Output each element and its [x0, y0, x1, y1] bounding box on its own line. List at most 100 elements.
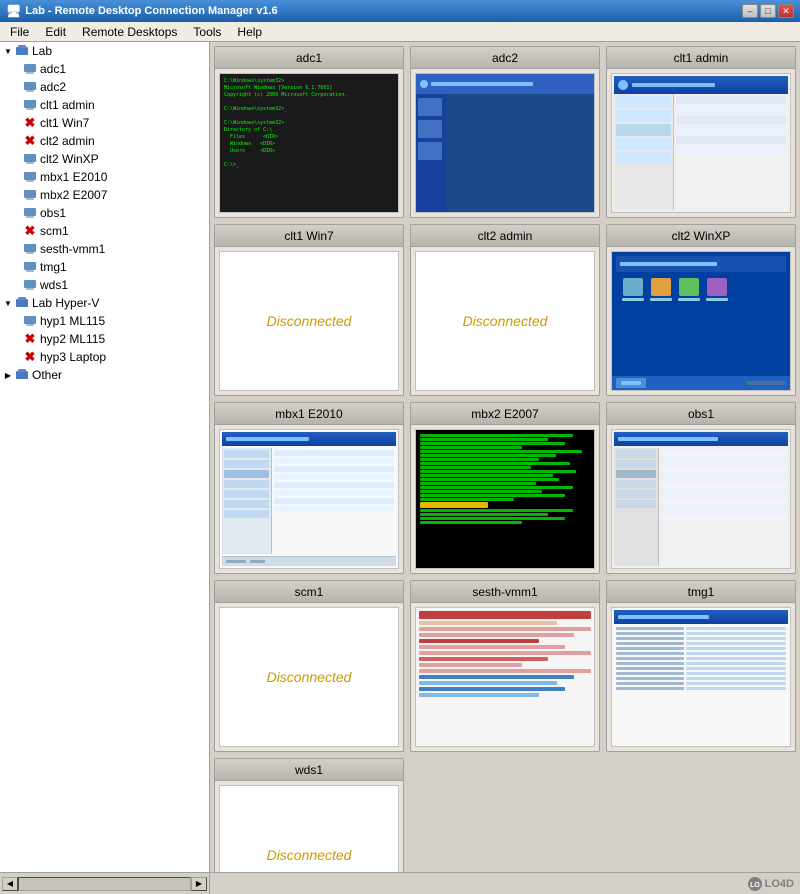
sidebar-item-clt1admin[interactable]: clt1 admin [0, 96, 209, 114]
thumbnail-sesth-vmm1[interactable]: sesth-vmm1 [410, 580, 600, 752]
sidebar-item-lab[interactable]: ▼ Lab [0, 42, 209, 60]
sidebar-item-tmg1[interactable]: tmg1 [0, 258, 209, 276]
thumbnail-body-mbx2e2007[interactable] [415, 429, 595, 569]
error-icon-hyp2: ✖ [22, 331, 38, 347]
error-icon-clt1win7: ✖ [22, 115, 38, 131]
disconnected-label-wds1: Disconnected [267, 847, 352, 863]
thumbnail-header-clt2winxp: clt2 WinXP [607, 225, 795, 247]
window-title: Lab - Remote Desktop Connection Manager … [25, 5, 277, 17]
thumbnail-scm1[interactable]: scm1 Disconnected [214, 580, 404, 752]
thumbnail-header-adc2: adc2 [411, 47, 599, 69]
group-icon-other [14, 367, 30, 383]
server-icon-sesth-vmm1 [22, 241, 38, 257]
sidebar-item-scm1[interactable]: ✖ scm1 [0, 222, 209, 240]
thumbnail-body-wds1[interactable]: Disconnected [219, 785, 399, 872]
sidebar-item-sesth-vmm1[interactable]: sesth-vmm1 [0, 240, 209, 258]
sidebar-item-mbx2e2007[interactable]: mbx2 E2007 [0, 186, 209, 204]
error-icon-hyp3: ✖ [22, 349, 38, 365]
thumbnail-header-obs1: obs1 [607, 403, 795, 425]
server-icon-clt2winxp [22, 151, 38, 167]
bottom-scrollbar: ◀ ▶ [0, 872, 800, 894]
expand-hyperv[interactable]: ▼ [2, 297, 14, 309]
thumbnail-header-wds1: wds1 [215, 759, 403, 781]
sidebar-item-other[interactable]: ▶ Other [0, 366, 209, 384]
error-icon-clt2admin: ✖ [22, 133, 38, 149]
sidebar-item-clt1win7[interactable]: ✖ clt1 Win7 [0, 114, 209, 132]
thumbnail-obs1[interactable]: obs1 [606, 402, 796, 574]
thumbnail-body-adc1[interactable]: C:\Windows\system32>Microsoft Windows [V… [219, 73, 399, 213]
server-icon-wds1 [22, 277, 38, 293]
thumbnail-adc2[interactable]: adc2 [410, 46, 600, 218]
sidebar-item-adc2[interactable]: adc2 [0, 78, 209, 96]
menu-help[interactable]: Help [231, 24, 268, 40]
sidebar-item-hyp1[interactable]: hyp1 ML115 [0, 312, 209, 330]
thumbnail-mbx1e2010[interactable]: mbx1 E2010 [214, 402, 404, 574]
group-icon-hyperv [14, 295, 30, 311]
menu-bar: File Edit Remote Desktops Tools Help [0, 22, 800, 42]
thumbnail-grid: adc1 C:\Windows\system32>Microsoft Windo… [214, 46, 796, 872]
thumbnail-body-tmg1[interactable] [611, 607, 791, 747]
thumbnail-header-sesth-vmm1: sesth-vmm1 [411, 581, 599, 603]
thumbnail-body-adc2[interactable] [415, 73, 595, 213]
thumbnail-header-mbx2e2007: mbx2 E2007 [411, 403, 599, 425]
sidebar-item-lab-hyperv[interactable]: ▼ Lab Hyper-V [0, 294, 209, 312]
thumbnail-header-tmg1: tmg1 [607, 581, 795, 603]
title-bar: 🖥 Lab - Remote Desktop Connection Manage… [0, 0, 800, 22]
sidebar-tree: ▼ Lab adc1 adc2 [0, 42, 210, 872]
disconnected-label-clt2admin: Disconnected [463, 313, 548, 329]
sidebar-item-wds1[interactable]: wds1 [0, 276, 209, 294]
menu-file[interactable]: File [4, 24, 35, 40]
server-icon-adc2 [22, 79, 38, 95]
disconnected-label-scm1: Disconnected [267, 669, 352, 685]
app-icon: 🖥 [6, 4, 21, 18]
sidebar-item-obs1[interactable]: obs1 [0, 204, 209, 222]
thumbnail-body-sesth-vmm1[interactable] [415, 607, 595, 747]
thumbnail-clt2admin[interactable]: clt2 admin Disconnected [410, 224, 600, 396]
server-icon-hyp1 [22, 313, 38, 329]
close-button[interactable]: ✕ [778, 4, 794, 18]
disconnected-label-clt1win7: Disconnected [267, 313, 352, 329]
server-icon-clt1admin [22, 97, 38, 113]
thumbnail-body-scm1[interactable]: Disconnected [219, 607, 399, 747]
thumbnail-body-mbx1e2010[interactable] [219, 429, 399, 569]
server-icon-mbx2e2007 [22, 187, 38, 203]
server-icon-obs1 [22, 205, 38, 221]
thumbnail-header-adc1: adc1 [215, 47, 403, 69]
thumbnail-clt2winxp[interactable]: clt2 WinXP [606, 224, 796, 396]
sidebar-item-clt2winxp[interactable]: clt2 WinXP [0, 150, 209, 168]
menu-edit[interactable]: Edit [39, 24, 72, 40]
sidebar-item-clt2admin[interactable]: ✖ clt2 admin [0, 132, 209, 150]
scroll-right-button[interactable]: ▶ [191, 877, 207, 891]
thumbnail-header-clt1admin: clt1 admin [607, 47, 795, 69]
sidebar-item-mbx1e2010[interactable]: mbx1 E2010 [0, 168, 209, 186]
expand-lab[interactable]: ▼ [2, 45, 14, 57]
group-icon [14, 43, 30, 59]
server-icon-tmg1 [22, 259, 38, 275]
menu-remote-desktops[interactable]: Remote Desktops [76, 24, 183, 40]
thumbnail-body-clt1admin[interactable] [611, 73, 791, 213]
thumbnail-mbx2e2007[interactable]: mbx2 E2007 [410, 402, 600, 574]
thumbnail-header-scm1: scm1 [215, 581, 403, 603]
minimize-button[interactable]: – [742, 4, 758, 18]
thumbnail-body-obs1[interactable] [611, 429, 791, 569]
thumbnail-body-clt2winxp[interactable] [611, 251, 791, 391]
sidebar-item-hyp2[interactable]: ✖ hyp2 ML115 [0, 330, 209, 348]
thumbnail-body-clt2admin[interactable]: Disconnected [415, 251, 595, 391]
thumbnail-grid-area: adc1 C:\Windows\system32>Microsoft Windo… [210, 42, 800, 872]
thumbnail-tmg1[interactable]: tmg1 [606, 580, 796, 752]
scroll-left-button[interactable]: ◀ [2, 877, 18, 891]
maximize-button[interactable]: □ [760, 4, 776, 18]
thumbnail-clt1win7[interactable]: clt1 Win7 Disconnected [214, 224, 404, 396]
thumbnail-body-clt1win7[interactable]: Disconnected [219, 251, 399, 391]
sidebar-item-adc1[interactable]: adc1 [0, 60, 209, 78]
thumbnail-header-clt1win7: clt1 Win7 [215, 225, 403, 247]
thumbnail-adc1[interactable]: adc1 C:\Windows\system32>Microsoft Windo… [214, 46, 404, 218]
expand-other[interactable]: ▶ [2, 369, 14, 381]
menu-tools[interactable]: Tools [187, 24, 227, 40]
thumbnail-header-mbx1e2010: mbx1 E2010 [215, 403, 403, 425]
thumbnail-wds1[interactable]: wds1 Disconnected [214, 758, 404, 872]
server-icon-mbx1e2010 [22, 169, 38, 185]
sidebar-item-hyp3[interactable]: ✖ hyp3 Laptop [0, 348, 209, 366]
thumbnail-clt1admin[interactable]: clt1 admin [606, 46, 796, 218]
scrollbar-track[interactable] [18, 877, 191, 891]
